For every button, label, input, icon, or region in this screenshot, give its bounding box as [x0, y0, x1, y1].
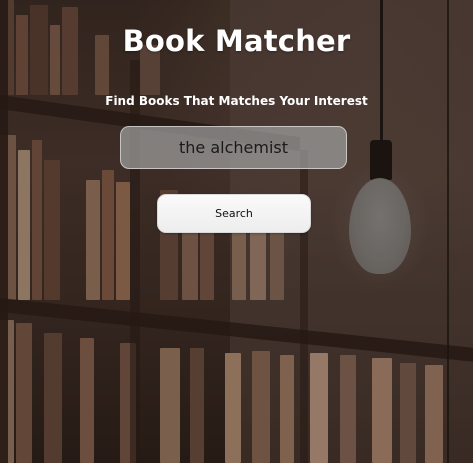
search-input[interactable]	[120, 126, 347, 169]
search-button[interactable]: Search	[157, 194, 311, 233]
main-content: Book Matcher Find Books That Matches You…	[0, 0, 473, 463]
page-subtitle: Find Books That Matches Your Interest	[105, 94, 368, 108]
page-title: Book Matcher	[122, 24, 351, 58]
